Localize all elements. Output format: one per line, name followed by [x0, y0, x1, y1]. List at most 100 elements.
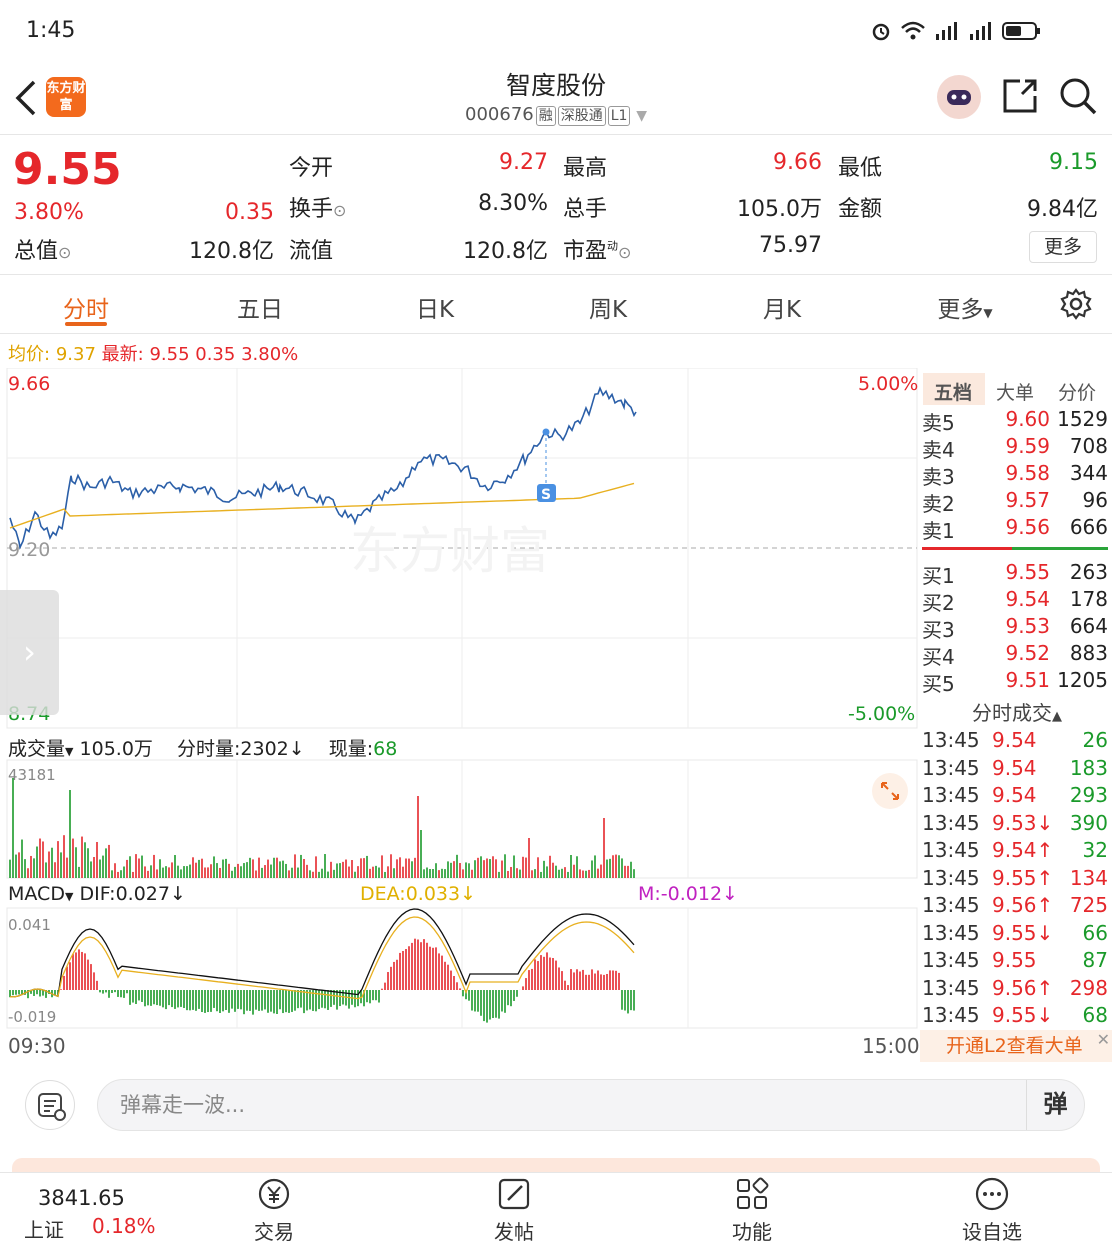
trade-volume: 134 — [1069, 865, 1108, 890]
bid-row[interactable]: 买1 9.55 263 — [922, 560, 1108, 588]
trade-price: 9.54↑ — [992, 838, 1054, 862]
bid-volume: 263 — [1069, 560, 1108, 584]
battery-icon — [1002, 22, 1040, 40]
trade-row: 13:45 9.55 87 — [922, 948, 1108, 976]
trade-time: 13:45 — [922, 755, 980, 780]
trade-price: 9.55↑ — [992, 865, 1054, 890]
bid-price: 9.54 — [1005, 587, 1050, 611]
trade-volume: 66 — [1082, 920, 1108, 945]
ask-label: 卖5 — [922, 411, 955, 435]
danmu-input[interactable]: 弹幕走一波... — [97, 1079, 1085, 1131]
bid-volume: 883 — [1069, 641, 1108, 665]
trade-price: 9.55↓ — [992, 1003, 1054, 1027]
amount-label: 金额 — [838, 197, 883, 222]
bid-price: 9.55 — [1005, 560, 1050, 584]
ask-price: 9.57 — [1005, 488, 1050, 512]
volume-bars — [9, 778, 635, 878]
tab-weekly-k[interactable]: 周K — [568, 290, 648, 324]
search-icon[interactable] — [1058, 76, 1098, 116]
tab-five-levels[interactable]: 五档 — [934, 378, 972, 405]
ask-volume: 708 — [1069, 434, 1108, 458]
pe-value: 75.97 — [759, 233, 822, 258]
bid-row[interactable]: 买3 9.53 664 — [922, 614, 1108, 642]
ask-row[interactable]: 卖4 9.59 708 — [922, 434, 1108, 462]
tab-five-day[interactable]: 五日 — [220, 290, 300, 324]
pct-max-label: 5.00% — [858, 373, 919, 395]
trade-volume: 298 — [1069, 975, 1108, 1000]
more-quote-button[interactable]: 更多 — [1029, 231, 1097, 263]
nav-post[interactable]: 发帖 — [454, 1176, 574, 1245]
bid-label: 买3 — [922, 618, 955, 642]
bid-price: 9.53 — [1005, 614, 1050, 638]
l2-banner[interactable]: 开通L2查看大单 ✕ — [920, 1030, 1112, 1062]
trade-row: 13:45 9.56↑ 298 — [922, 976, 1108, 1004]
pe-label[interactable]: 市盈动⊙ — [563, 233, 631, 265]
bid-label: 买2 — [922, 591, 955, 615]
alarm-icon — [872, 23, 890, 41]
trade-row: 13:45 9.54 26 — [922, 728, 1108, 756]
share-icon[interactable] — [1000, 76, 1040, 116]
side-expand-handle[interactable]: › — [0, 590, 59, 715]
pct-min-label: -5.00% — [848, 703, 916, 725]
volume-header[interactable]: 成交量▼ 105.0万 分时量:2302↓ 现量:68 — [8, 734, 397, 761]
ask-label: 卖3 — [922, 465, 955, 489]
bid-volume: 178 — [1069, 587, 1108, 611]
close-icon[interactable]: ✕ — [1097, 1030, 1110, 1049]
trade-time: 13:45 — [922, 975, 980, 1000]
bid-row[interactable]: 买5 9.51 1205 — [922, 668, 1108, 696]
ask-volume: 344 — [1069, 461, 1108, 485]
macd-max-label: 0.041 — [8, 916, 51, 934]
tab-price-dist[interactable]: 分价 — [1058, 378, 1096, 405]
danmu-send-button[interactable]: 弹 — [1026, 1080, 1084, 1130]
wifi-icon — [901, 21, 925, 40]
intraday-chart[interactable]: 东方财富 S — [0, 368, 920, 1060]
tab-intraday[interactable]: 分时 — [46, 290, 126, 324]
low-value: 9.15 — [1049, 150, 1098, 175]
bid-ratio-bar — [1012, 547, 1108, 550]
ask-row[interactable]: 卖3 9.58 344 — [922, 461, 1108, 489]
macd-header[interactable]: MACD▼ DIF:0.027↓ DEA:0.033↓ M:-0.012↓ — [8, 883, 918, 905]
ask-row[interactable]: 卖1 9.56 666 — [922, 515, 1108, 543]
y-mid-label: 9.20 — [8, 539, 51, 561]
bid-label: 买4 — [922, 645, 955, 669]
danmu-toggle-icon[interactable] — [25, 1080, 75, 1130]
macd-min-label: -0.019 — [8, 1008, 57, 1026]
expand-icon[interactable] — [872, 773, 908, 809]
tab-daily-k[interactable]: 日K — [395, 290, 475, 324]
nav-add-watchlist[interactable]: 设自选 — [932, 1176, 1052, 1245]
ask-row[interactable]: 卖5 9.60 1529 — [922, 407, 1108, 435]
trade-row: 13:45 9.55↓ 68 — [922, 1003, 1108, 1031]
signal-icon — [936, 22, 957, 40]
l2-banner-text: 开通L2查看大单 — [946, 1035, 1083, 1057]
ask-price: 9.59 — [1005, 434, 1050, 458]
promo-banner[interactable] — [12, 1158, 1100, 1172]
bid-row[interactable]: 买2 9.54 178 — [922, 587, 1108, 615]
tag-margin: 融 — [535, 106, 556, 126]
tab-big-orders[interactable]: 大单 — [996, 378, 1034, 405]
turnover-label[interactable]: 换手⊙ — [289, 191, 346, 223]
trade-volume: 725 — [1069, 893, 1108, 917]
index-value[interactable]: 3841.65 — [38, 1186, 125, 1210]
ask-volume: 96 — [1082, 488, 1108, 512]
robot-avatar[interactable] — [937, 75, 981, 119]
edit-icon — [498, 1178, 530, 1210]
index-name[interactable]: 上证 — [24, 1214, 64, 1243]
ask-label: 卖2 — [922, 492, 955, 516]
tag-connect: 深股通 — [557, 106, 606, 126]
tab-monthly-k[interactable]: 月K — [742, 290, 822, 324]
trades-header[interactable]: 分时成交▲ — [922, 697, 1112, 726]
tab-more[interactable]: 更多▼ — [920, 290, 1010, 324]
tag-level: L1 — [607, 106, 631, 126]
ask-price: 9.58 — [1005, 461, 1050, 485]
gear-icon[interactable] — [1060, 288, 1092, 324]
turnover-value: 8.30% — [478, 191, 548, 216]
ask-ratio-bar — [922, 547, 1012, 550]
market-cap-label[interactable]: 总值⊙ — [14, 233, 71, 265]
ask-row[interactable]: 卖2 9.57 96 — [922, 488, 1108, 516]
stock-code: 000676 — [465, 104, 534, 125]
nav-trade[interactable]: 交易 — [214, 1176, 334, 1245]
ask-volume: 666 — [1069, 515, 1108, 539]
trade-volume: 183 — [1069, 755, 1108, 780]
bid-row[interactable]: 买4 9.52 883 — [922, 641, 1108, 669]
nav-functions[interactable]: 功能 — [692, 1176, 812, 1245]
